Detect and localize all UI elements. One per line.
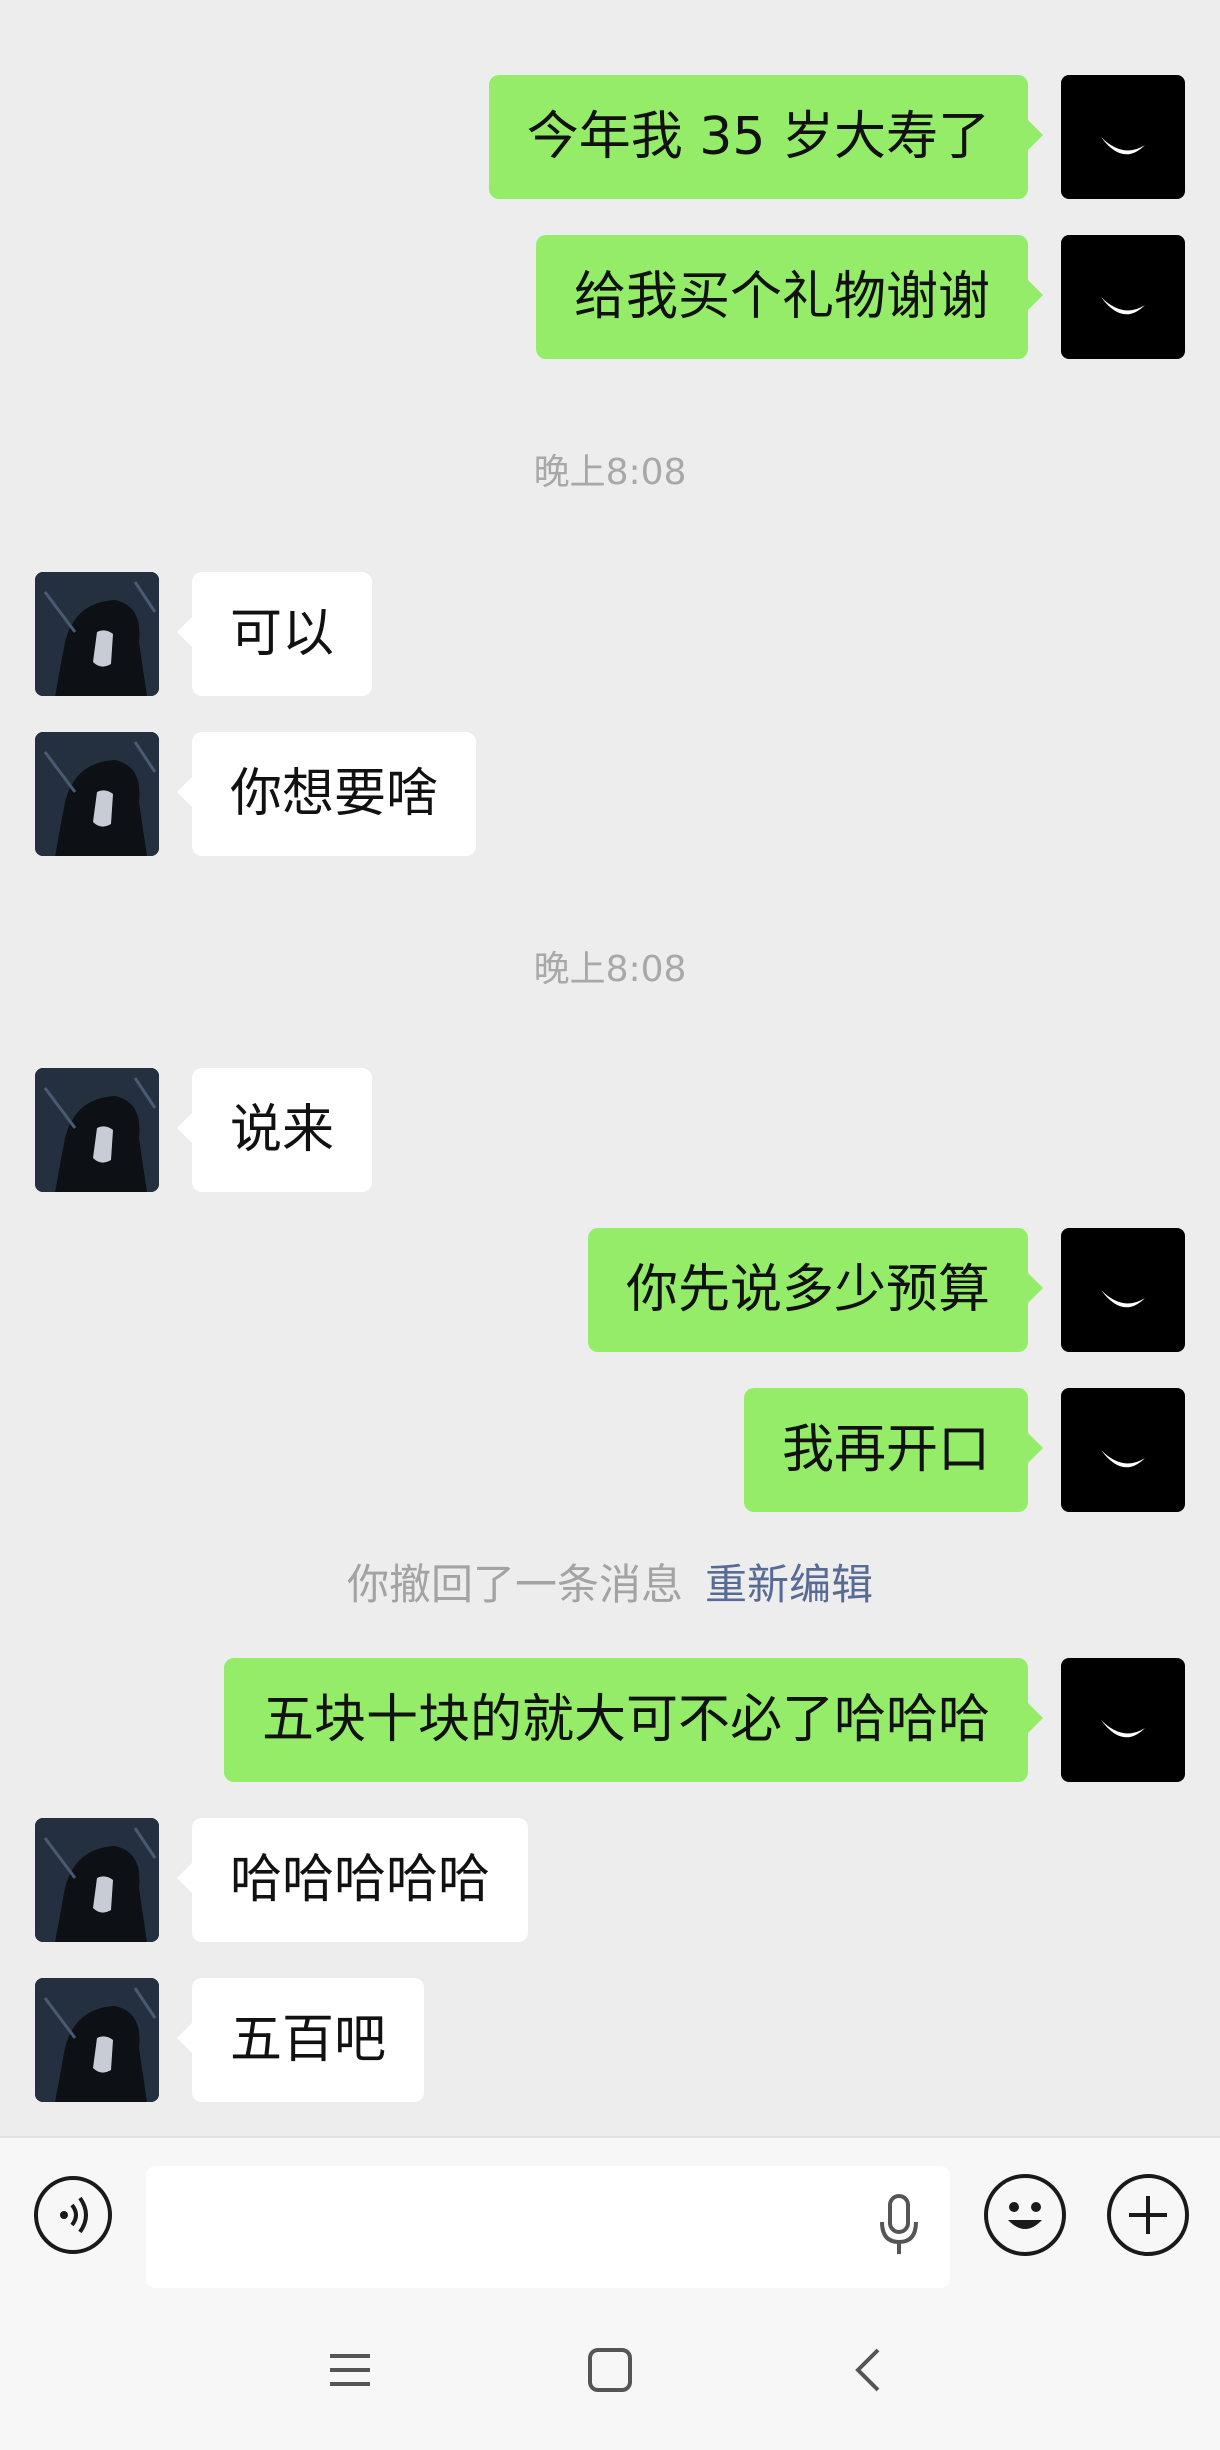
message-row-other: 哈哈哈哈哈 — [0, 1818, 1220, 1942]
message-row-me: 你先说多少预算 — [0, 1228, 1220, 1352]
menu-icon[interactable] — [320, 2340, 380, 2400]
message-bubble-me[interactable]: 我再开口 — [743, 1388, 1044, 1512]
system-nav-bar — [0, 2290, 1220, 2450]
message-row-me: 五块十块的就大可不必了哈哈哈 — [0, 1658, 1220, 1782]
emoji-button[interactable] — [984, 2174, 1066, 2256]
home-icon[interactable] — [580, 2340, 640, 2400]
my-avatar[interactable] — [1061, 1388, 1185, 1512]
voice-icon — [60, 2196, 88, 2234]
message-row-me: 今年我 35 岁大寿了 — [0, 75, 1220, 199]
message-bubble-other[interactable]: 五百吧 — [176, 1978, 425, 2102]
my-avatar[interactable] — [1061, 75, 1185, 199]
anime-character-avatar — [35, 1818, 159, 1942]
message-bubble-me[interactable]: 给我买个礼物谢谢 — [535, 235, 1044, 359]
message-bubble-other[interactable]: 哈哈哈哈哈 — [176, 1818, 529, 1942]
message-bubble-other[interactable]: 你想要啥 — [176, 732, 477, 856]
contact-avatar[interactable] — [35, 732, 159, 856]
contact-avatar[interactable] — [35, 572, 159, 696]
emoji-icon — [1008, 2202, 1042, 2229]
message-bubble-other[interactable]: 说来 — [176, 1068, 373, 1192]
recall-notice: 你撤回了一条消息 重新编辑 — [0, 1555, 1220, 1615]
message-input[interactable] — [146, 2166, 950, 2288]
chat-message-area[interactable]: 今年我 35 岁大寿了 给我买个礼物谢谢 晚上8:08 可以 你想要啥 晚上8:… — [0, 0, 1220, 2136]
anime-character-avatar — [35, 1068, 159, 1192]
input-bar — [0, 2136, 1220, 2292]
more-button[interactable] — [1107, 2174, 1189, 2256]
timestamp: 晚上8:08 — [533, 949, 687, 990]
moon-icon — [1101, 1290, 1145, 1308]
moon-icon — [1101, 137, 1145, 155]
message-row-other: 五百吧 — [0, 1978, 1220, 2102]
mic-icon[interactable] — [868, 2192, 928, 2262]
my-avatar[interactable] — [1061, 235, 1185, 359]
back-icon[interactable] — [840, 2340, 900, 2400]
contact-avatar[interactable] — [35, 1978, 159, 2102]
message-row-me: 给我买个礼物谢谢 — [0, 235, 1220, 359]
re-edit-link[interactable]: 重新编辑 — [705, 1560, 873, 1609]
message-bubble-me[interactable]: 你先说多少预算 — [587, 1228, 1044, 1352]
message-bubble-me[interactable]: 今年我 35 岁大寿了 — [488, 75, 1044, 199]
timestamp: 晚上8:08 — [533, 452, 687, 493]
contact-avatar[interactable] — [35, 1068, 159, 1192]
moon-icon — [1101, 1450, 1145, 1468]
anime-character-avatar — [35, 732, 159, 856]
contact-avatar[interactable] — [35, 1818, 159, 1942]
moon-icon — [1101, 1720, 1145, 1738]
message-row-other: 可以 — [0, 572, 1220, 696]
message-row-other: 说来 — [0, 1068, 1220, 1192]
message-bubble-me[interactable]: 五块十块的就大可不必了哈哈哈 — [223, 1658, 1044, 1782]
message-bubble-other[interactable]: 可以 — [176, 572, 373, 696]
my-avatar[interactable] — [1061, 1658, 1185, 1782]
recall-text: 你撤回了一条消息 — [346, 1560, 683, 1609]
plus-icon — [1129, 2196, 1167, 2234]
moon-icon — [1101, 297, 1145, 315]
voice-toggle-button[interactable] — [34, 2176, 112, 2254]
anime-character-avatar — [35, 1978, 159, 2102]
anime-character-avatar — [35, 572, 159, 696]
my-avatar[interactable] — [1061, 1228, 1185, 1352]
message-row-other: 你想要啥 — [0, 732, 1220, 856]
message-row-me: 我再开口 — [0, 1388, 1220, 1512]
